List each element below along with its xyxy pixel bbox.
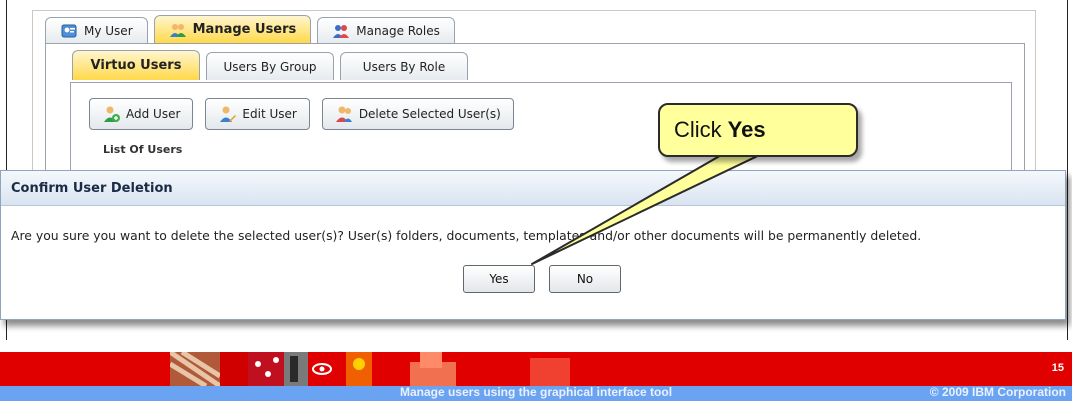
- tab-my-user-label: My User: [84, 23, 133, 38]
- no-button[interactable]: No: [549, 265, 621, 293]
- edit-user-button[interactable]: Edit User: [205, 98, 310, 130]
- dialog-message: Are you sure you want to delete the sele…: [11, 228, 922, 243]
- dialog-title: Confirm User Deletion: [1, 171, 1065, 206]
- user-card-icon: [60, 22, 78, 40]
- roles-icon: [332, 22, 350, 40]
- tab-virtuo-users[interactable]: Virtuo Users: [72, 50, 200, 80]
- tab-manage-roles-label: Manage Roles: [356, 23, 440, 38]
- edit-user-label: Edit User: [242, 107, 297, 121]
- page-number: 15: [1051, 362, 1064, 374]
- callout-prefix: Click: [674, 117, 722, 142]
- sub-tab-strip: Virtuo Users Users By Group Users By Rol…: [72, 50, 468, 80]
- tab-virtuo-users-label: Virtuo Users: [90, 58, 182, 73]
- add-user-label: Add User: [126, 107, 181, 121]
- footer-title: Manage users using the graphical interfa…: [399, 385, 673, 399]
- list-of-users-heading: List Of Users: [103, 143, 183, 156]
- tab-my-user[interactable]: My User: [45, 17, 148, 43]
- tab-manage-roles[interactable]: Manage Roles: [317, 17, 455, 43]
- delete-users-button[interactable]: Delete Selected User(s): [321, 98, 514, 130]
- tab-users-by-role-label: Users By Role: [362, 59, 446, 74]
- users-icon: [169, 21, 187, 39]
- user-toolbar: Add User Edit User Delete Selected User(…: [89, 98, 514, 130]
- edit-user-icon: [218, 105, 237, 123]
- tab-users-by-role[interactable]: Users By Role: [340, 52, 468, 80]
- tab-manage-users-label: Manage Users: [192, 22, 297, 37]
- delete-users-label: Delete Selected User(s): [358, 107, 501, 121]
- tab-manage-users[interactable]: Manage Users: [153, 15, 312, 43]
- top-tab-strip: My User Manage Users Manage Roles: [45, 15, 455, 43]
- click-yes-callout: Click Yes: [658, 103, 858, 157]
- tab-users-by-group-label: Users By Group: [223, 59, 317, 74]
- confirm-deletion-dialog: Confirm User Deletion Are you sure you w…: [0, 170, 1066, 320]
- add-user-icon: [102, 105, 120, 123]
- dialog-button-row: Yes No: [463, 265, 621, 293]
- delete-user-icon: [335, 105, 353, 123]
- callout-emphasis: Yes: [727, 117, 766, 142]
- yes-button[interactable]: Yes: [463, 265, 535, 293]
- add-user-button[interactable]: Add User: [89, 98, 194, 130]
- footer-copyright: © 2009 IBM Corporation: [929, 385, 1066, 399]
- tab-users-by-group[interactable]: Users By Group: [206, 52, 334, 80]
- footer-image-strip: [170, 352, 570, 386]
